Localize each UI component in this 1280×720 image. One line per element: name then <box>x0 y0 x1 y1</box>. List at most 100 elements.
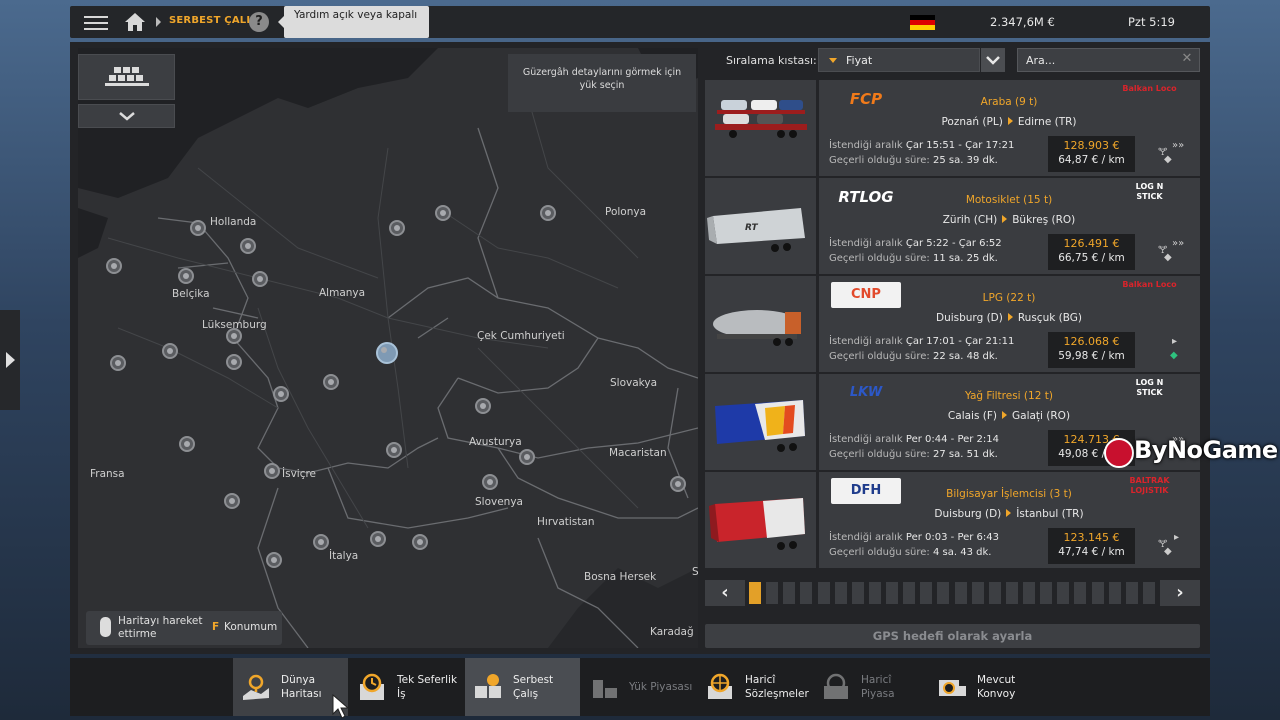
offer-validity-label: Geçerli olduğu süre: <box>829 449 930 460</box>
city-marker[interactable] <box>162 343 178 359</box>
page-indicator[interactable] <box>851 582 864 604</box>
page-indicator[interactable] <box>800 582 813 604</box>
nav-external-contracts[interactable]: Haricî Sözleşmeler <box>697 658 812 716</box>
city-marker[interactable] <box>178 268 194 284</box>
job-offer-row[interactable]: RT RTLOG Motosiklet (15 t) Zürih (CH) Bük… <box>705 178 1201 274</box>
price-box: 126.491 € 66,75 € / km <box>1048 234 1135 270</box>
page-indicator[interactable] <box>937 582 950 604</box>
origin-city: Calais (F) <box>947 410 997 422</box>
page-indicator[interactable] <box>1057 582 1070 604</box>
page-indicator[interactable] <box>954 582 967 604</box>
job-offer-row[interactable]: DFH Bilgisayar İşlemcisi (3 t) Duisburg … <box>705 472 1201 568</box>
page-indicator[interactable] <box>988 582 1001 604</box>
page-indicator[interactable] <box>920 582 933 604</box>
page-indicator[interactable] <box>1005 582 1018 604</box>
job-list: FCP Araba (9 t) Poznań (PL) Edirne (TR) B… <box>705 80 1201 570</box>
page-indicator[interactable] <box>886 582 899 604</box>
page-indicator[interactable] <box>817 582 830 604</box>
page-indicator[interactable] <box>1023 582 1036 604</box>
city-marker[interactable] <box>313 534 329 550</box>
sort-select[interactable]: Fiyat <box>818 48 980 72</box>
city-marker[interactable] <box>482 474 498 490</box>
offer-validity: Geçerli olduğu süre: 25 sa. 39 dk. <box>829 155 998 166</box>
city-marker[interactable] <box>266 552 282 568</box>
nav-label: Dünya Haritası <box>281 674 322 700</box>
city-marker[interactable] <box>389 220 405 236</box>
city-marker[interactable] <box>110 355 126 371</box>
city-marker[interactable] <box>264 463 280 479</box>
city-marker[interactable] <box>323 374 339 390</box>
sort-label: Sıralama kıstası: <box>726 54 817 67</box>
job-price: 126.491 € <box>1063 237 1120 250</box>
offer-validity: Geçerli olduğu süre: 4 sa. 43 dk. <box>829 547 991 558</box>
page-indicator[interactable] <box>1125 582 1138 604</box>
city-marker[interactable] <box>179 436 195 452</box>
city-marker[interactable] <box>226 354 242 370</box>
page-indicator[interactable] <box>783 582 796 604</box>
nav-world-map[interactable]: Dünya Haritası <box>233 658 348 716</box>
city-marker[interactable] <box>273 386 289 402</box>
prev-page-button[interactable]: ‹ <box>705 580 745 606</box>
side-panel-handle[interactable] <box>0 310 20 410</box>
home-icon[interactable] <box>124 12 146 32</box>
page-indicator[interactable] <box>1091 582 1104 604</box>
city-marker[interactable] <box>252 271 268 287</box>
search-input[interactable] <box>1017 48 1200 72</box>
page-indicator[interactable] <box>834 582 847 604</box>
recipient-logo: Balkan Loco <box>1122 280 1177 289</box>
page-indicator[interactable] <box>766 582 779 604</box>
menu-icon[interactable] <box>84 12 108 32</box>
city-marker[interactable] <box>435 205 451 221</box>
my-location-label[interactable]: Konumum <box>224 621 277 633</box>
map-layers-button[interactable] <box>78 54 175 100</box>
company-logo: DFH <box>831 478 901 504</box>
nav-freight-market[interactable]: Serbest Çalış <box>465 658 580 716</box>
job-offer-row[interactable]: FCP Araba (9 t) Poznań (PL) Edirne (TR) B… <box>705 80 1201 176</box>
city-marker[interactable] <box>540 205 556 221</box>
route-label: Duisburg (D) Rusçuk (BG) <box>909 312 1109 324</box>
money-balance: 2.347,6M € <box>990 15 1055 29</box>
trailer-refrigerated-image <box>705 472 816 568</box>
city-marker[interactable] <box>519 449 535 465</box>
nav-cargo-market[interactable]: Yük Piyasası <box>581 658 696 716</box>
nav-label: Tek Seferlik İş <box>397 674 458 700</box>
city-marker[interactable] <box>106 258 122 274</box>
page-indicator[interactable] <box>868 582 881 604</box>
page-indicator[interactable] <box>1074 582 1087 604</box>
arrow-right-icon <box>1002 215 1008 223</box>
help-icon[interactable]: ? <box>249 12 269 32</box>
breadcrumb[interactable]: SERBEST ÇALIŞ <box>169 15 258 26</box>
page-indicator[interactable] <box>749 582 761 604</box>
city-marker[interactable] <box>412 534 428 550</box>
destination-city: Galați (RO) <box>1012 410 1071 422</box>
nav-quick-job[interactable]: Tek Seferlik İş <box>349 658 464 716</box>
garage-marker[interactable] <box>376 342 398 364</box>
arrow-right-icon <box>1006 509 1012 517</box>
city-marker[interactable] <box>475 398 491 414</box>
chevron-down-icon[interactable] <box>78 104 175 128</box>
nav-label: Yük Piyasası <box>629 681 693 693</box>
city-marker[interactable] <box>190 220 206 236</box>
origin-city: Duisburg (D) <box>934 508 1002 520</box>
city-marker[interactable] <box>226 328 242 344</box>
job-offer-row[interactable]: CNP LPG (22 t) Duisburg (D) Rusçuk (BG) B… <box>705 276 1201 372</box>
page-indicator[interactable] <box>1108 582 1121 604</box>
close-icon[interactable]: ✕ <box>1179 51 1195 67</box>
world-map[interactable]: Güzergâh detaylarını görmek için yük seç… <box>78 48 698 648</box>
page-indicator[interactable] <box>1143 582 1155 604</box>
page-indicator[interactable] <box>1040 582 1053 604</box>
city-marker[interactable] <box>240 238 256 254</box>
page-indicator[interactable] <box>903 582 916 604</box>
city-marker[interactable] <box>370 531 386 547</box>
page-indicator[interactable] <box>971 582 984 604</box>
city-marker[interactable] <box>386 442 402 458</box>
set-gps-button[interactable]: GPS hedefi olarak ayarla <box>705 624 1200 648</box>
destination-city: Rusçuk (BG) <box>1017 312 1083 324</box>
chevron-down-icon[interactable] <box>981 48 1005 72</box>
next-page-button[interactable]: › <box>1160 580 1200 606</box>
job-price: 123.145 € <box>1063 531 1120 544</box>
city-marker[interactable] <box>670 476 686 492</box>
nav-current-convoy[interactable]: Mevcut Konvoy <box>929 658 1044 716</box>
nav-external-market[interactable]: Haricî Piyasa <box>813 658 928 716</box>
city-marker[interactable] <box>224 493 240 509</box>
